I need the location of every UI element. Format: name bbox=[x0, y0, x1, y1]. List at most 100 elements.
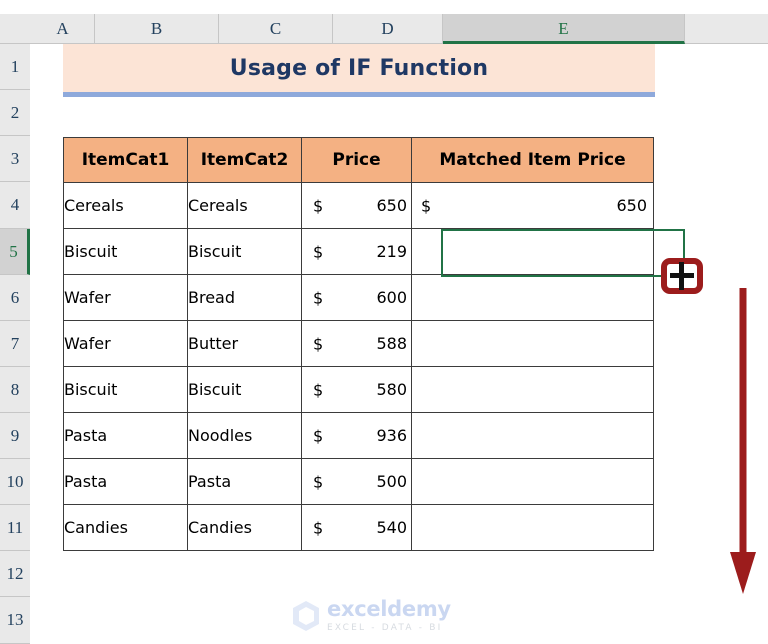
currency-symbol: $ bbox=[313, 196, 324, 215]
row-header-label: 7 bbox=[10, 333, 20, 353]
column-header-c[interactable]: C bbox=[219, 14, 333, 43]
currency-symbol: $ bbox=[313, 426, 324, 445]
row-header-5[interactable]: 5 bbox=[0, 229, 30, 275]
column-header-price[interactable]: Price bbox=[301, 137, 412, 183]
column-header-label: B bbox=[150, 19, 163, 38]
row-header-label: 13 bbox=[6, 610, 24, 629]
matched-price-value: 650 bbox=[616, 196, 647, 215]
cell-price[interactable]: $588 bbox=[301, 320, 412, 367]
row-header-11[interactable]: 11 bbox=[0, 505, 30, 551]
cell-matched-item-price[interactable] bbox=[411, 320, 654, 367]
currency-symbol: $ bbox=[313, 242, 324, 261]
cell-itemcat2[interactable]: Candies bbox=[187, 504, 302, 551]
cell-itemcat2[interactable]: Biscuit bbox=[187, 228, 302, 275]
cell-matched-item-price[interactable] bbox=[411, 274, 654, 321]
column-header-e[interactable]: E bbox=[443, 14, 685, 44]
row-header-1[interactable]: 1 bbox=[0, 44, 30, 90]
row-header-label: 5 bbox=[9, 241, 18, 261]
cell-matched-item-price[interactable] bbox=[411, 412, 654, 459]
column-header-bar: A B C D E bbox=[0, 14, 768, 44]
currency-symbol: $ bbox=[421, 196, 432, 215]
row-header-label: 8 bbox=[10, 379, 20, 399]
cell-itemcat1[interactable]: Biscuit bbox=[63, 228, 188, 275]
cell-itemcat1[interactable]: Candies bbox=[63, 504, 188, 551]
table-row: Pasta Pasta $500 bbox=[63, 458, 654, 505]
cell-price[interactable]: $650 bbox=[301, 182, 412, 229]
currency-symbol: $ bbox=[313, 518, 324, 537]
watermark-name: exceldemy bbox=[327, 597, 451, 621]
cell-matched-item-price[interactable] bbox=[411, 228, 654, 275]
cell-itemcat1[interactable]: Biscuit bbox=[63, 366, 188, 413]
column-header-label: E bbox=[558, 19, 569, 38]
column-header-b[interactable]: B bbox=[95, 14, 219, 43]
column-header-label: C bbox=[269, 19, 282, 38]
cell-itemcat2[interactable]: Cereals bbox=[187, 182, 302, 229]
column-header-d[interactable]: D bbox=[333, 14, 443, 43]
cell-price[interactable]: $540 bbox=[301, 504, 412, 551]
down-arrow-icon bbox=[730, 288, 756, 594]
fill-handle-crosshair-icon[interactable] bbox=[670, 262, 694, 290]
table-row: Candies Candies $540 bbox=[63, 504, 654, 551]
table-row: Biscuit Biscuit $219 bbox=[63, 228, 654, 275]
cell-price[interactable]: $500 bbox=[301, 458, 412, 505]
row-header-label: 6 bbox=[10, 287, 20, 307]
cell-price[interactable]: $600 bbox=[301, 274, 412, 321]
cell-matched-item-price[interactable] bbox=[411, 366, 654, 413]
table-header-row: ItemCat1 ItemCat2 Price Matched Item Pri… bbox=[63, 137, 654, 183]
column-header-matched-item-price[interactable]: Matched Item Price bbox=[411, 137, 654, 183]
column-header-label: D bbox=[381, 19, 394, 38]
cell-itemcat1[interactable]: Wafer bbox=[63, 274, 188, 321]
cell-itemcat2[interactable]: Biscuit bbox=[187, 366, 302, 413]
row-header-3[interactable]: 3 bbox=[0, 136, 30, 182]
exceldemy-cube-logo-icon bbox=[293, 601, 319, 631]
row-header-label: 4 bbox=[10, 195, 20, 214]
table-row: Cereals Cereals $650 $650 bbox=[63, 182, 654, 229]
column-header-a[interactable]: A bbox=[31, 14, 95, 43]
sheet-title-banner[interactable]: Usage of IF Function bbox=[63, 44, 655, 97]
watermark-text: exceldemy EXCEL - DATA - BI bbox=[327, 597, 451, 634]
watermark-tagline: EXCEL - DATA - BI bbox=[327, 623, 443, 633]
row-header-label: 1 bbox=[10, 56, 20, 76]
cell-matched-item-price[interactable]: $650 bbox=[411, 182, 654, 229]
row-header-8[interactable]: 8 bbox=[0, 367, 30, 413]
cell-price[interactable]: $580 bbox=[301, 366, 412, 413]
row-header-6[interactable]: 6 bbox=[0, 275, 30, 321]
column-header-itemcat1[interactable]: ItemCat1 bbox=[63, 137, 188, 183]
table-row: Wafer Bread $600 bbox=[63, 274, 654, 321]
row-header-12[interactable]: 12 bbox=[0, 551, 30, 597]
row-header-label: 3 bbox=[10, 148, 20, 168]
currency-symbol: $ bbox=[313, 472, 324, 491]
cell-itemcat2[interactable]: Noodles bbox=[187, 412, 302, 459]
data-table[interactable]: ItemCat1 ItemCat2 Price Matched Item Pri… bbox=[63, 137, 654, 551]
cell-itemcat1[interactable]: Pasta bbox=[63, 458, 188, 505]
page-title: Usage of IF Function bbox=[229, 55, 489, 81]
row-header-10[interactable]: 10 bbox=[0, 459, 30, 505]
cell-itemcat2[interactable]: Butter bbox=[187, 320, 302, 367]
row-header-2[interactable]: 2 bbox=[0, 90, 30, 136]
row-header-label: 9 bbox=[10, 425, 20, 445]
row-header-13[interactable]: 13 bbox=[0, 597, 30, 644]
row-header-7[interactable]: 7 bbox=[0, 321, 30, 367]
row-header-bar: 1 2 3 4 5 6 7 8 9 10 11 12 13 bbox=[0, 44, 30, 644]
column-header-label: A bbox=[56, 19, 69, 38]
cell-itemcat1[interactable]: Wafer bbox=[63, 320, 188, 367]
cell-itemcat1[interactable]: Pasta bbox=[63, 412, 188, 459]
cell-itemcat1[interactable]: Cereals bbox=[63, 182, 188, 229]
table-row: Pasta Noodles $936 bbox=[63, 412, 654, 459]
cell-price[interactable]: $219 bbox=[301, 228, 412, 275]
cell-price[interactable]: $936 bbox=[301, 412, 412, 459]
currency-symbol: $ bbox=[313, 334, 324, 353]
row-header-label: 2 bbox=[10, 102, 20, 122]
spreadsheet-canvas: ABCDE 1 2 3 4 5 6 7 8 9 10 11 12 13 Usage of IF Func… bbox=[0, 0, 768, 644]
cell-itemcat2[interactable]: Bread bbox=[187, 274, 302, 321]
cell-matched-item-price[interactable] bbox=[411, 504, 654, 551]
currency-symbol: $ bbox=[313, 288, 324, 307]
cell-matched-item-price[interactable] bbox=[411, 458, 654, 505]
row-header-label: 11 bbox=[6, 517, 24, 537]
row-header-9[interactable]: 9 bbox=[0, 413, 30, 459]
column-header-itemcat2[interactable]: ItemCat2 bbox=[187, 137, 302, 183]
cell-itemcat2[interactable]: Pasta bbox=[187, 458, 302, 505]
row-header-4[interactable]: 4 bbox=[0, 182, 30, 229]
currency-symbol: $ bbox=[313, 380, 324, 399]
table-row: Wafer Butter $588 bbox=[63, 320, 654, 367]
